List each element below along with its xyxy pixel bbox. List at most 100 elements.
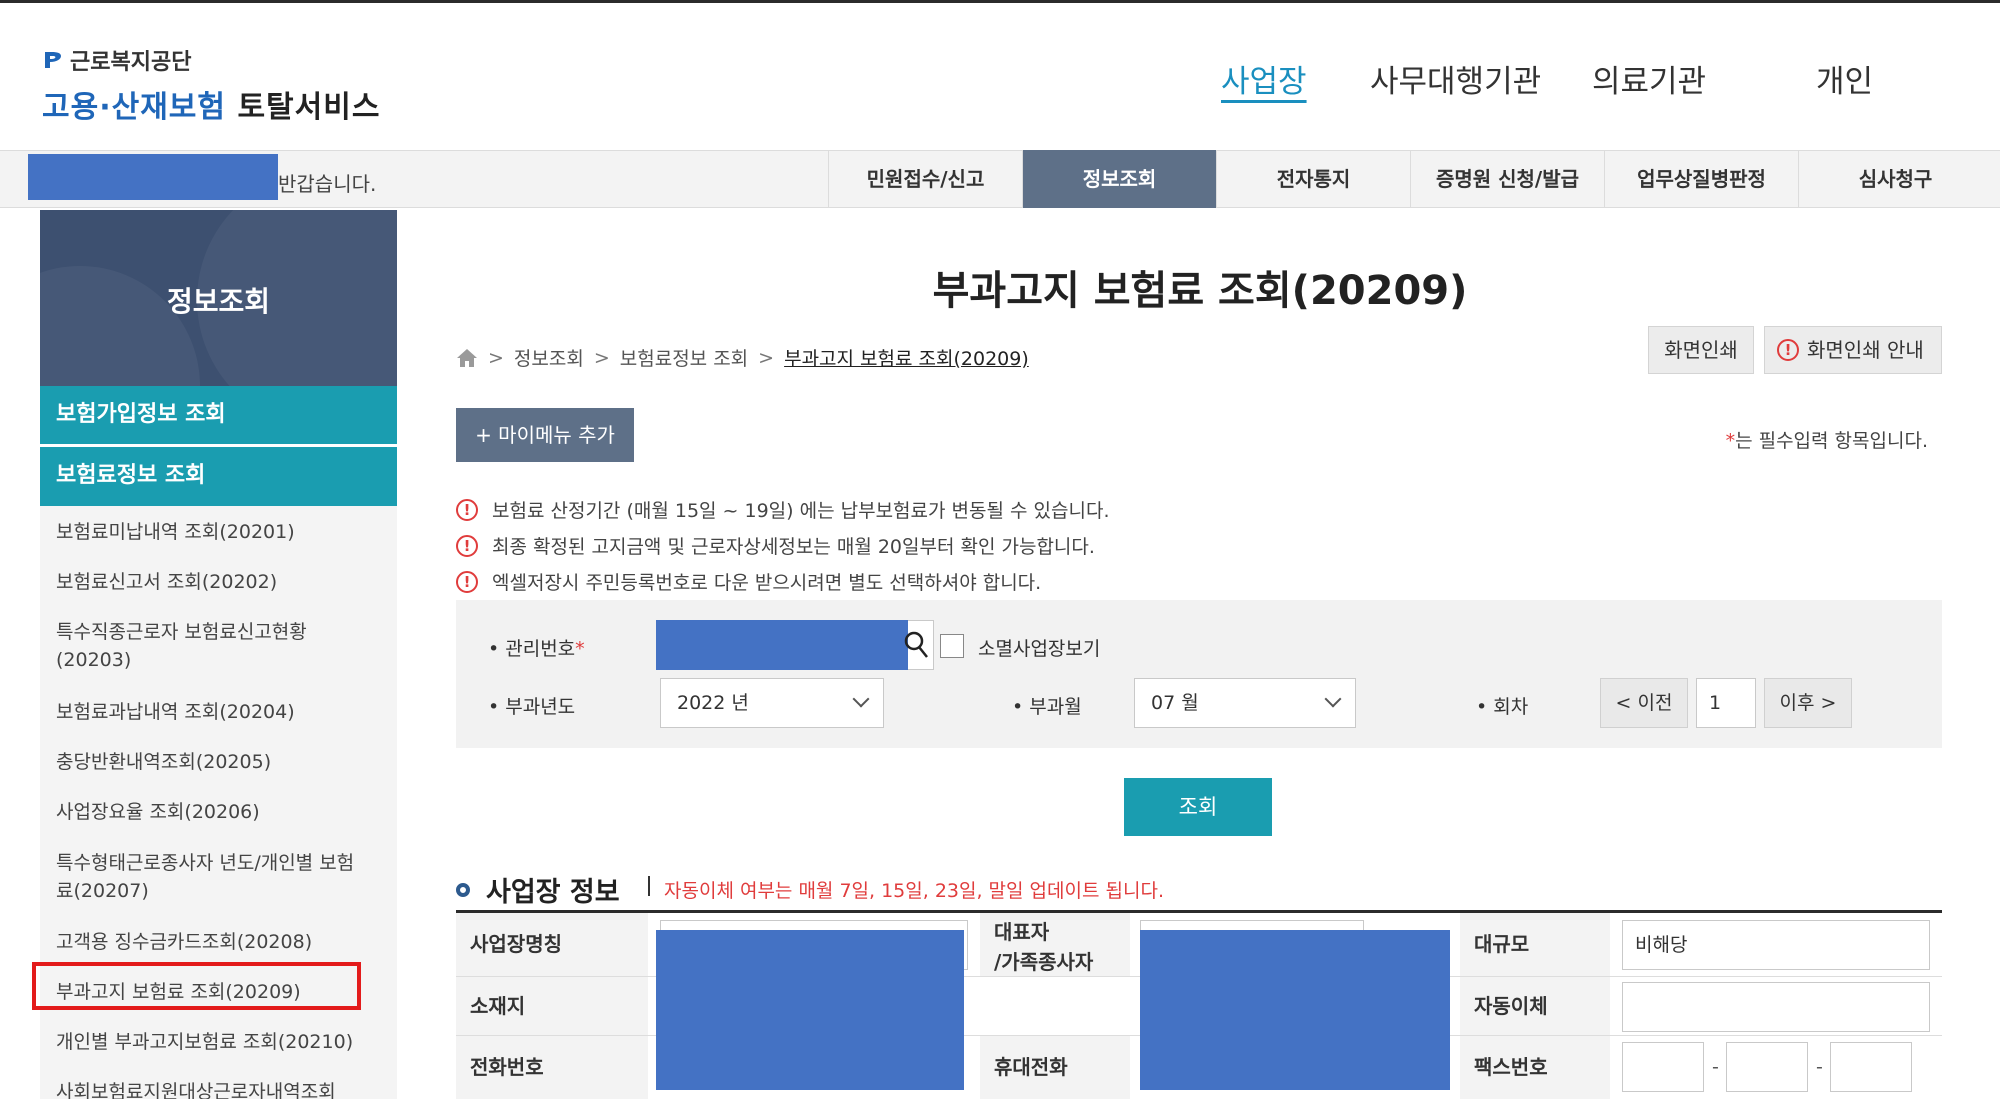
required-note: *는 필수입력 항목입니다. [1726, 426, 1928, 453]
next-round-button[interactable]: 이후 > [1764, 678, 1852, 728]
sidebar-item-20206[interactable]: 사업장요율 조회(20206) [56, 798, 376, 826]
gnb-menu: 민원접수/신고 정보조회 전자통지 증명원 신청/발급 업무상질병판정 심사청구 [828, 150, 1992, 208]
required-star: * [1725, 430, 1736, 452]
print-button[interactable]: 화면인쇄 [1648, 326, 1754, 374]
month-label: • 부과월 [1012, 696, 1082, 718]
header-fax: 팩스번호 [1460, 1036, 1610, 1099]
auto-transfer-note: 자동이체 여부는 매월 7일, 15일, 23일, 말일 업데이트 됩니다. [664, 880, 1164, 902]
representative-info-redacted [1140, 930, 1450, 1090]
breadcrumb-info[interactable]: 정보조회 [514, 344, 584, 371]
sidebar-item-20208[interactable]: 고객용 징수금카드조회(20208) [56, 928, 376, 956]
year-select[interactable]: 2022 년 [660, 678, 884, 728]
top-nav-personal[interactable]: 개인 [1816, 56, 1873, 101]
fax-separator: - [1712, 1056, 1719, 1078]
mgmt-number-redacted [656, 620, 908, 670]
header-large-scale: 대규모 [1460, 913, 1610, 976]
section-title-text: 사업장 정보 [486, 877, 620, 908]
chevron-down-icon [852, 690, 870, 708]
gnb-item-certificate[interactable]: 증명원 신청/발급 [1410, 150, 1604, 208]
header-representative: 대표자 /가족종사자 [980, 913, 1130, 976]
fax-field-1[interactable] [1622, 1042, 1704, 1092]
notice-item: ! 엑셀저장시 주민등록번호로 다운 받으시려면 별도 선택하셔야 합니다. [456, 568, 1041, 595]
search-button[interactable]: 조회 [1124, 778, 1272, 836]
add-my-menu-button[interactable]: + 마이메뉴 추가 [456, 408, 634, 462]
notice-text: 엑셀저장시 주민등록번호로 다운 받으시려면 별도 선택하셔야 합니다. [492, 572, 1042, 594]
fax-field-2[interactable] [1726, 1042, 1808, 1092]
sidebar-item-20205[interactable]: 충당반환내역조회(20205) [56, 748, 376, 776]
prev-round-button[interactable]: < 이전 [1600, 678, 1688, 728]
sidebar-category-subscription[interactable]: 보험가입정보 조회 [40, 386, 397, 444]
alert-icon: ! [1777, 339, 1799, 361]
divider [648, 876, 650, 896]
top-navigation: 사업장 사무대행기관 의료기관 개인 [0, 56, 2000, 100]
breadcrumb-separator: > [758, 346, 775, 369]
year-label: • 부과년도 [488, 696, 576, 718]
breadcrumb: > 정보조회 > 보험료정보 조회 > 부과고지 보험료 조회(20209) [456, 344, 1029, 371]
page-title: 부과고지 보험료 조회(20209) [932, 268, 1468, 314]
month-value: 07 월 [1151, 692, 1199, 714]
mgmt-number-label-text: • 관리번호 [488, 638, 576, 660]
notice-item: ! 보험료 산정기간 (매월 15일 ~ 19일) 에는 납부보험료가 변동될 … [456, 496, 1110, 523]
search-icon[interactable] [904, 630, 930, 660]
closed-business-checkbox[interactable] [940, 634, 964, 658]
header-mobile: 휴대전화 [980, 1036, 1130, 1099]
table-top-border [456, 910, 1942, 913]
round-input[interactable]: 1 [1696, 678, 1756, 728]
current-item-highlight [32, 962, 361, 1010]
breadcrumb-current[interactable]: 부과고지 보험료 조회(20209) [784, 344, 1029, 371]
header-phone: 전화번호 [456, 1036, 648, 1099]
sidebar-item-20202[interactable]: 보험료신고서 조회(20202) [56, 568, 376, 596]
alert-icon: ! [456, 498, 478, 521]
welcome-message: 반갑습니다. [278, 172, 377, 196]
top-nav-agency[interactable]: 사무대행기관 [1370, 56, 1541, 101]
mgmt-number-label: • 관리번호* [488, 634, 585, 661]
sidebar-category-premium[interactable]: 보험료정보 조회 [40, 447, 397, 506]
closed-business-label: 소멸사업장보기 [978, 638, 1101, 660]
sidebar-title: 정보조회 [166, 285, 271, 318]
required-star: * [575, 638, 585, 660]
bullet-icon [456, 882, 470, 897]
sidebar-item-20203[interactable]: 특수직종근로자 보험료신고현황(20203) [56, 618, 346, 674]
gnb-item-info[interactable]: 정보조회 [1022, 150, 1216, 208]
round-label: • 회차 [1476, 696, 1529, 718]
print-guide-label: 화면인쇄 안내 [1807, 338, 1924, 362]
home-icon[interactable] [456, 348, 478, 368]
breadcrumb-separator: > [593, 346, 610, 369]
alert-icon: ! [456, 534, 478, 557]
sidebar-item-20210[interactable]: 개인별 부과고지보험료 조회(20210) [56, 1028, 376, 1056]
sidebar-header: 정보조회 [40, 210, 397, 386]
year-value: 2022 년 [677, 692, 749, 714]
top-border [0, 0, 2000, 3]
header-representative-2: /가족종사자 [994, 950, 1094, 974]
fax-field-3[interactable] [1830, 1042, 1912, 1092]
top-nav-business[interactable]: 사업장 [1221, 56, 1307, 101]
gnb-item-disease[interactable]: 업무상질병판정 [1604, 150, 1798, 208]
user-name-redacted [28, 154, 278, 200]
top-nav-medical[interactable]: 의료기관 [1592, 56, 1706, 101]
chevron-down-icon [1324, 690, 1342, 708]
notice-item: ! 최종 확정된 고지금액 및 근로자상세정보는 매월 20일부터 확인 가능합… [456, 532, 1095, 559]
header-address: 소재지 [456, 977, 648, 1035]
header-representative-1: 대표자 [994, 920, 1050, 944]
sidebar-item-support[interactable]: 사회보험료지원대상근로자내역조회 [56, 1078, 376, 1099]
large-scale-field[interactable]: 비해당 [1622, 920, 1930, 970]
gnb-item-notice[interactable]: 전자통지 [1216, 150, 1410, 208]
fax-separator: - [1816, 1056, 1823, 1078]
sidebar-item-20201[interactable]: 보험료미납내역 조회(20201) [56, 518, 376, 546]
sidebar-item-20204[interactable]: 보험료과납내역 조회(20204) [56, 698, 376, 726]
required-note-text: 는 필수입력 항목입니다. [1735, 430, 1928, 452]
alert-icon: ! [456, 570, 478, 593]
sidebar-item-20207[interactable]: 특수형태근로종사자 년도/개인별 보험료(20207) [56, 849, 356, 905]
gnb-item-civil[interactable]: 민원접수/신고 [828, 150, 1022, 208]
auto-transfer-field[interactable] [1622, 982, 1930, 1032]
section-title: 사업장 정보 [456, 870, 620, 909]
month-select[interactable]: 07 월 [1134, 678, 1356, 728]
breadcrumb-premium[interactable]: 보험료정보 조회 [620, 344, 748, 371]
notice-text: 최종 확정된 고지금액 및 근로자상세정보는 매월 20일부터 확인 가능합니다… [492, 536, 1095, 558]
header-business-name: 사업장명칭 [456, 913, 648, 976]
notice-text: 보험료 산정기간 (매월 15일 ~ 19일) 에는 납부보험료가 변동될 수 … [492, 500, 1110, 522]
header-auto-transfer: 자동이체 [1460, 977, 1610, 1035]
business-info-redacted [656, 930, 964, 1090]
print-guide-button[interactable]: ! 화면인쇄 안내 [1764, 326, 1942, 374]
gnb-item-appeal[interactable]: 심사청구 [1798, 150, 1992, 208]
